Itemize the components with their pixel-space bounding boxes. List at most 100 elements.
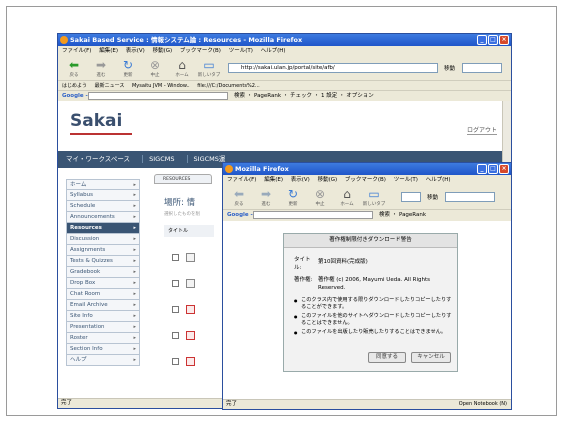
home-button[interactable]: ⌂ ホーム xyxy=(170,58,194,78)
row-checkbox[interactable] xyxy=(172,358,179,365)
pdf-file-icon xyxy=(186,305,195,314)
tool-presentation[interactable]: Presentation xyxy=(66,322,140,333)
forward-button[interactable]: ➡ 進む xyxy=(89,58,113,78)
tool-home[interactable]: ホーム xyxy=(66,179,140,190)
tool-section-info[interactable]: Section Info xyxy=(66,344,140,355)
cancel-button[interactable]: キャンセル xyxy=(411,352,451,363)
tool-schedule[interactable]: Schedule xyxy=(66,201,140,212)
tool-roster[interactable]: Roster xyxy=(66,333,140,344)
tool-gradebook[interactable]: Gradebook xyxy=(66,267,140,278)
menu-tools[interactable]: ツール(T) xyxy=(394,177,418,183)
table-row xyxy=(160,252,210,266)
google-tools[interactable]: 検索 ・ PageRank ・ チェック ・ 1 設定 ・ オプション xyxy=(234,91,374,101)
pdf-file-icon xyxy=(186,331,195,340)
google-search-input[interactable] xyxy=(253,211,373,219)
tool-syllabus[interactable]: Syllabus xyxy=(66,190,140,201)
tool-assignments[interactable]: Assignments xyxy=(66,245,140,256)
menu-file[interactable]: ファイル(F) xyxy=(227,177,256,183)
menu-edit[interactable]: 編集(E) xyxy=(99,48,118,54)
go-button[interactable]: 移動 xyxy=(427,193,438,201)
google-search-input[interactable] xyxy=(88,92,228,100)
row-checkbox[interactable] xyxy=(172,254,179,261)
tool-drop-box[interactable]: Drop Box xyxy=(66,278,140,289)
minimize-button[interactable]: _ xyxy=(477,164,487,174)
new-tab-button[interactable]: ▭ 新しいタブ xyxy=(362,187,386,207)
new-tab-icon: ▭ xyxy=(203,58,215,72)
tool-help[interactable]: ヘルプ xyxy=(66,355,140,366)
back-title-bar: Sakai Based Service : 情報システム論 : Resource… xyxy=(58,34,511,46)
search-box[interactable] xyxy=(462,63,502,73)
menu-tools[interactable]: ツール(T) xyxy=(229,48,253,54)
sakai-header: Sakai ログアウト xyxy=(58,101,511,151)
maximize-button[interactable]: □ xyxy=(488,35,498,45)
tool-chat-room[interactable]: Chat Room xyxy=(66,289,140,300)
menu-go[interactable]: 移動(G) xyxy=(318,177,338,183)
logout-link[interactable]: ログアウト xyxy=(466,125,497,135)
resources-tab[interactable]: RESOURCES xyxy=(154,174,212,184)
google-tools[interactable]: 検索 ・ PageRank xyxy=(379,210,426,220)
tool-site-info[interactable]: Site Info xyxy=(66,311,140,322)
accept-button[interactable]: 同意する xyxy=(368,352,406,363)
tool-email-archive[interactable]: Email Archive xyxy=(66,300,140,311)
forward-arrow-icon: ➡ xyxy=(95,58,107,72)
new-tab-button[interactable]: ▭ 新しいタブ xyxy=(197,58,221,78)
menu-view[interactable]: 表示(V) xyxy=(291,177,310,183)
row-checkbox[interactable] xyxy=(172,306,179,313)
back-button[interactable]: ⬅ 戻る xyxy=(227,187,251,207)
menu-go[interactable]: 移動(G) xyxy=(153,48,173,54)
menu-bookmarks[interactable]: ブックマーク(B) xyxy=(180,48,221,54)
stop-button[interactable]: ⊗ 中止 xyxy=(143,58,167,78)
forward-arrow-icon: ➡ xyxy=(260,187,272,201)
minimize-button[interactable]: _ xyxy=(477,35,487,45)
menu-view[interactable]: 表示(V) xyxy=(126,48,145,54)
front-page-content: 著作権制限付きダウンロード警告 タイトル: 第10回資料(完成版) 著作権: 著… xyxy=(223,221,511,399)
new-tab-icon: ▭ xyxy=(368,187,380,201)
tool-resources[interactable]: Resources xyxy=(66,223,140,234)
search-box[interactable] xyxy=(445,192,495,202)
bookmark-item[interactable]: Mysaitu JVM - Window.. xyxy=(132,83,190,89)
table-row xyxy=(160,304,210,318)
bookmark-item[interactable]: file:///C:/Documents%2... xyxy=(197,83,259,89)
menu-help[interactable]: ヘルプ(H) xyxy=(261,48,286,54)
tab-sigcms[interactable]: SIGCMS xyxy=(142,155,175,163)
bookmark-item[interactable]: はじめよう xyxy=(62,83,87,89)
menu-bookmarks[interactable]: ブックマーク(B) xyxy=(345,177,386,183)
reload-button[interactable]: ↻ 更新 xyxy=(116,58,140,78)
go-button[interactable]: 移動 xyxy=(444,64,455,72)
forward-button[interactable]: ➡ 進む xyxy=(254,187,278,207)
close-button[interactable]: × xyxy=(499,35,509,45)
tab-sigcms-2[interactable]: SIGCMS運 xyxy=(186,155,226,163)
tool-discussion[interactable]: Discussion xyxy=(66,234,140,245)
google-logo[interactable]: Google - xyxy=(227,212,253,218)
tab-my-workspace[interactable]: マイ・ワークスペース xyxy=(66,155,130,163)
menu-help[interactable]: ヘルプ(H) xyxy=(426,177,451,183)
row-checkbox[interactable] xyxy=(172,280,179,287)
row-checkbox[interactable] xyxy=(172,332,179,339)
back-button[interactable]: ⬅ 戻る xyxy=(62,58,86,78)
location-label: 場所: 情 xyxy=(164,198,196,208)
back-nav-toolbar: ⬅ 戻る ➡ 進む ↻ 更新 ⊗ 中止 ⌂ ホーム ▭ 新しいタブ http://sakai… xyxy=(58,56,511,80)
list-item: このクラス内で使用する限りダウンロードしたりコピーしたりすることができます。 xyxy=(294,297,452,311)
reload-button[interactable]: ↻ 更新 xyxy=(281,187,305,207)
menu-file[interactable]: ファイル(F) xyxy=(62,48,91,54)
list-item: このファイルを他のサイトへダウンロードしたりコピーしたりすることはできません。 xyxy=(294,313,452,327)
url-bar[interactable] xyxy=(401,192,421,202)
home-icon: ⌂ xyxy=(178,58,186,72)
close-button[interactable]: × xyxy=(499,164,509,174)
stop-button[interactable]: ⊗ 中止 xyxy=(308,187,332,207)
url-bar[interactable]: http://sakai.ulan.jp/portal/site/afb/ xyxy=(228,63,438,73)
menu-edit[interactable]: 編集(E) xyxy=(264,177,283,183)
back-window-title: Sakai Based Service : 情報システム論 : Resource… xyxy=(70,36,303,44)
maximize-button[interactable]: □ xyxy=(488,164,498,174)
home-button[interactable]: ⌂ ホーム xyxy=(335,187,359,207)
bookmark-item[interactable]: 最新ニュース xyxy=(95,83,125,89)
open-notebook-link[interactable]: Open Notebook (N) xyxy=(459,400,507,409)
google-logo[interactable]: Google - xyxy=(62,93,88,99)
sakai-logo: Sakai xyxy=(70,111,133,135)
reload-icon: ↻ xyxy=(122,58,134,72)
back-arrow-icon: ⬅ xyxy=(68,58,80,72)
reload-icon: ↻ xyxy=(287,187,299,201)
bookmarks-toolbar: はじめよう 最新ニュース Mysaitu JVM - Window.. file… xyxy=(58,80,511,90)
tool-tests-quizzes[interactable]: Tests & Quizzes xyxy=(66,256,140,267)
tool-announcements[interactable]: Announcements xyxy=(66,212,140,223)
